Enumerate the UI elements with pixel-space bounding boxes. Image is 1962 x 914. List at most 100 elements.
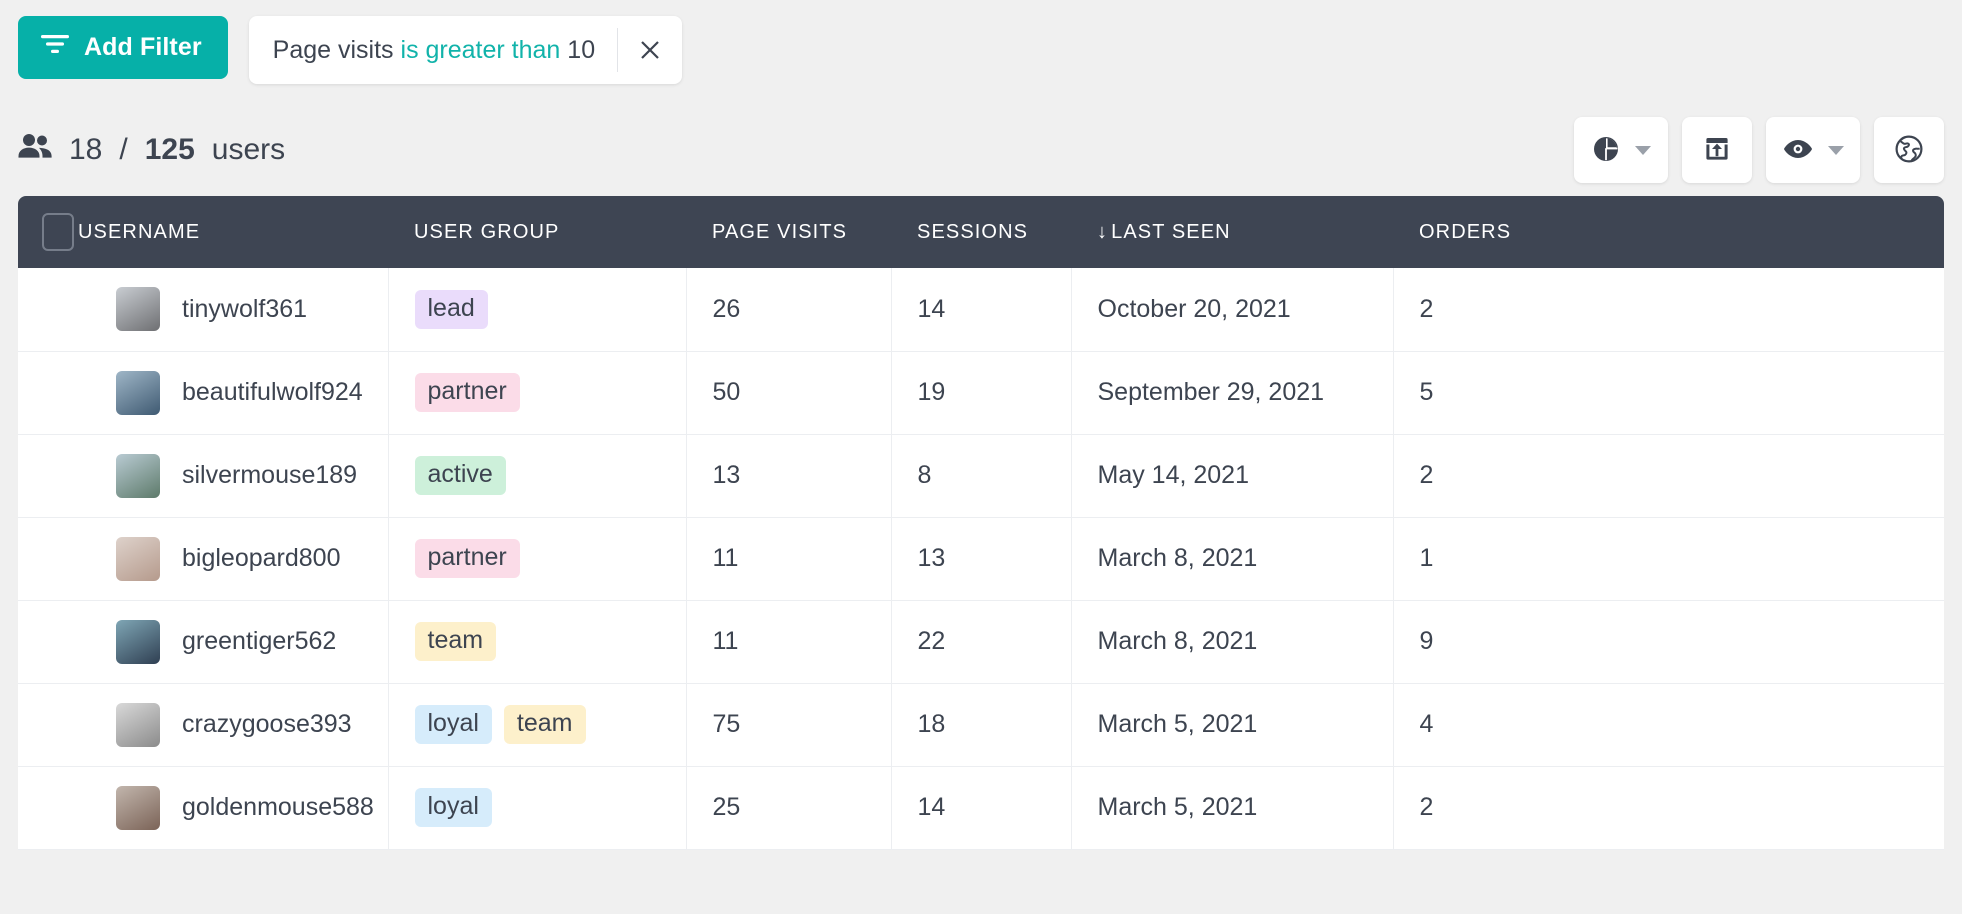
cell-user-group: loyal xyxy=(388,766,686,849)
chevron-down-icon xyxy=(1635,146,1651,155)
cell-username[interactable]: greentiger562 xyxy=(78,600,388,683)
tag-loyal[interactable]: loyal xyxy=(415,705,492,744)
cell-username[interactable]: beautifulwolf924 xyxy=(78,351,388,434)
cell-page-visits: 13 xyxy=(686,434,891,517)
column-header-last-seen-label: LAST SEEN xyxy=(1111,221,1231,243)
row-select-cell[interactable] xyxy=(18,600,78,683)
row-select-cell[interactable] xyxy=(18,683,78,766)
table-row[interactable]: goldenmouse588loyal2514March 5, 20212 xyxy=(18,766,1944,849)
cell-username[interactable]: bigleopard800 xyxy=(78,517,388,600)
tag-lead[interactable]: lead xyxy=(415,290,488,329)
tag-partner[interactable]: partner xyxy=(415,373,520,412)
cell-sessions: 22 xyxy=(891,600,1071,683)
cell-orders: 2 xyxy=(1393,434,1944,517)
cell-page-visits: 11 xyxy=(686,600,891,683)
cell-sessions: 19 xyxy=(891,351,1071,434)
visibility-button[interactable] xyxy=(1766,117,1860,183)
tag-group: lead xyxy=(415,290,686,329)
tag-group: loyal xyxy=(415,788,686,827)
column-header-sessions[interactable]: SESSIONS xyxy=(891,196,1071,268)
cell-orders: 5 xyxy=(1393,351,1944,434)
table-row[interactable]: crazygoose393loyalteam7518March 5, 20214 xyxy=(18,683,1944,766)
username-label: tinywolf361 xyxy=(182,295,307,324)
count-separator: / xyxy=(119,133,127,167)
cell-username[interactable]: tinywolf361 xyxy=(78,268,388,351)
column-header-user-group[interactable]: USER GROUP xyxy=(388,196,686,268)
cell-username[interactable]: silvermouse189 xyxy=(78,434,388,517)
close-icon[interactable] xyxy=(618,16,682,84)
table-row[interactable]: bigleopard800partner1113March 8, 20211 xyxy=(18,517,1944,600)
avatar xyxy=(116,371,160,415)
cell-last-seen: March 5, 2021 xyxy=(1071,766,1393,849)
tag-group: partner xyxy=(415,539,686,578)
users-table: USERNAME USER GROUP PAGE VISITS SESSIONS… xyxy=(18,196,1944,850)
filter-chip-operator: is greater than xyxy=(401,36,561,64)
table-row[interactable]: greentiger562team1122March 8, 20219 xyxy=(18,600,1944,683)
username-label: crazygoose393 xyxy=(182,710,352,739)
tag-team[interactable]: team xyxy=(415,622,497,661)
column-header-orders[interactable]: ORDERS xyxy=(1393,196,1944,268)
tag-partner[interactable]: partner xyxy=(415,539,520,578)
cell-last-seen: September 29, 2021 xyxy=(1071,351,1393,434)
globe-button[interactable] xyxy=(1874,117,1944,183)
row-select-cell[interactable] xyxy=(18,351,78,434)
export-upload-icon xyxy=(1703,135,1731,166)
cell-user-group: team xyxy=(388,600,686,683)
cell-orders: 4 xyxy=(1393,683,1944,766)
row-select-cell[interactable] xyxy=(18,268,78,351)
cell-last-seen: May 14, 2021 xyxy=(1071,434,1393,517)
table-row[interactable]: beautifulwolf924partner5019September 29,… xyxy=(18,351,1944,434)
filter-chip-field: Page visits xyxy=(273,36,394,64)
cell-user-group: loyal team xyxy=(388,683,686,766)
cell-user-group: lead xyxy=(388,268,686,351)
column-header-username[interactable]: USERNAME xyxy=(78,196,388,268)
cell-last-seen: March 8, 2021 xyxy=(1071,517,1393,600)
filter-chip-value: 10 xyxy=(567,36,595,64)
username-label: goldenmouse588 xyxy=(182,793,374,822)
table-header: USERNAME USER GROUP PAGE VISITS SESSIONS… xyxy=(18,196,1944,268)
chevron-down-icon xyxy=(1828,146,1844,155)
cell-sessions: 8 xyxy=(891,434,1071,517)
column-header-select xyxy=(18,196,78,268)
username-label: greentiger562 xyxy=(182,627,336,656)
cell-sessions: 14 xyxy=(891,766,1071,849)
tag-loyal[interactable]: loyal xyxy=(415,788,492,827)
user-count: 18 / 125 users xyxy=(18,133,285,167)
avatar xyxy=(116,287,160,331)
total-count: 125 xyxy=(145,133,195,167)
cell-orders: 2 xyxy=(1393,766,1944,849)
tag-group: loyal team xyxy=(415,705,686,744)
filter-chip[interactable]: Page visits is greater than 10 xyxy=(249,16,682,84)
table-row[interactable]: tinywolf361lead2614October 20, 20212 xyxy=(18,268,1944,351)
cell-username[interactable]: crazygoose393 xyxy=(78,683,388,766)
filter-chip-text: Page visits is greater than 10 xyxy=(273,36,617,65)
cell-user-group: active xyxy=(388,434,686,517)
cell-sessions: 14 xyxy=(891,268,1071,351)
export-button[interactable] xyxy=(1682,117,1752,183)
select-all-checkbox[interactable] xyxy=(42,213,74,251)
cell-user-group: partner xyxy=(388,517,686,600)
tag-group: partner xyxy=(415,373,686,412)
column-header-page-visits[interactable]: PAGE VISITS xyxy=(686,196,891,268)
toolbar xyxy=(1574,117,1944,183)
add-filter-label: Add Filter xyxy=(84,33,202,62)
column-header-last-seen[interactable]: ↓LAST SEEN xyxy=(1071,196,1393,268)
cell-user-group: partner xyxy=(388,351,686,434)
tag-team[interactable]: team xyxy=(504,705,586,744)
cell-username[interactable]: goldenmouse588 xyxy=(78,766,388,849)
cell-sessions: 13 xyxy=(891,517,1071,600)
cell-orders: 9 xyxy=(1393,600,1944,683)
row-select-cell[interactable] xyxy=(18,434,78,517)
tag-active[interactable]: active xyxy=(415,456,506,495)
row-select-cell[interactable] xyxy=(18,766,78,849)
summary-row: 18 / 125 users xyxy=(0,104,1962,196)
chart-view-button[interactable] xyxy=(1574,117,1668,183)
avatar xyxy=(116,537,160,581)
add-filter-button[interactable]: Add Filter xyxy=(18,16,228,79)
username-label: silvermouse189 xyxy=(182,461,357,490)
avatar xyxy=(116,703,160,747)
filter-bar: Add Filter Page visits is greater than 1… xyxy=(0,0,1962,104)
tag-group: active xyxy=(415,456,686,495)
row-select-cell[interactable] xyxy=(18,517,78,600)
table-row[interactable]: silvermouse189 active 138May 14, 20212 xyxy=(18,434,1944,517)
